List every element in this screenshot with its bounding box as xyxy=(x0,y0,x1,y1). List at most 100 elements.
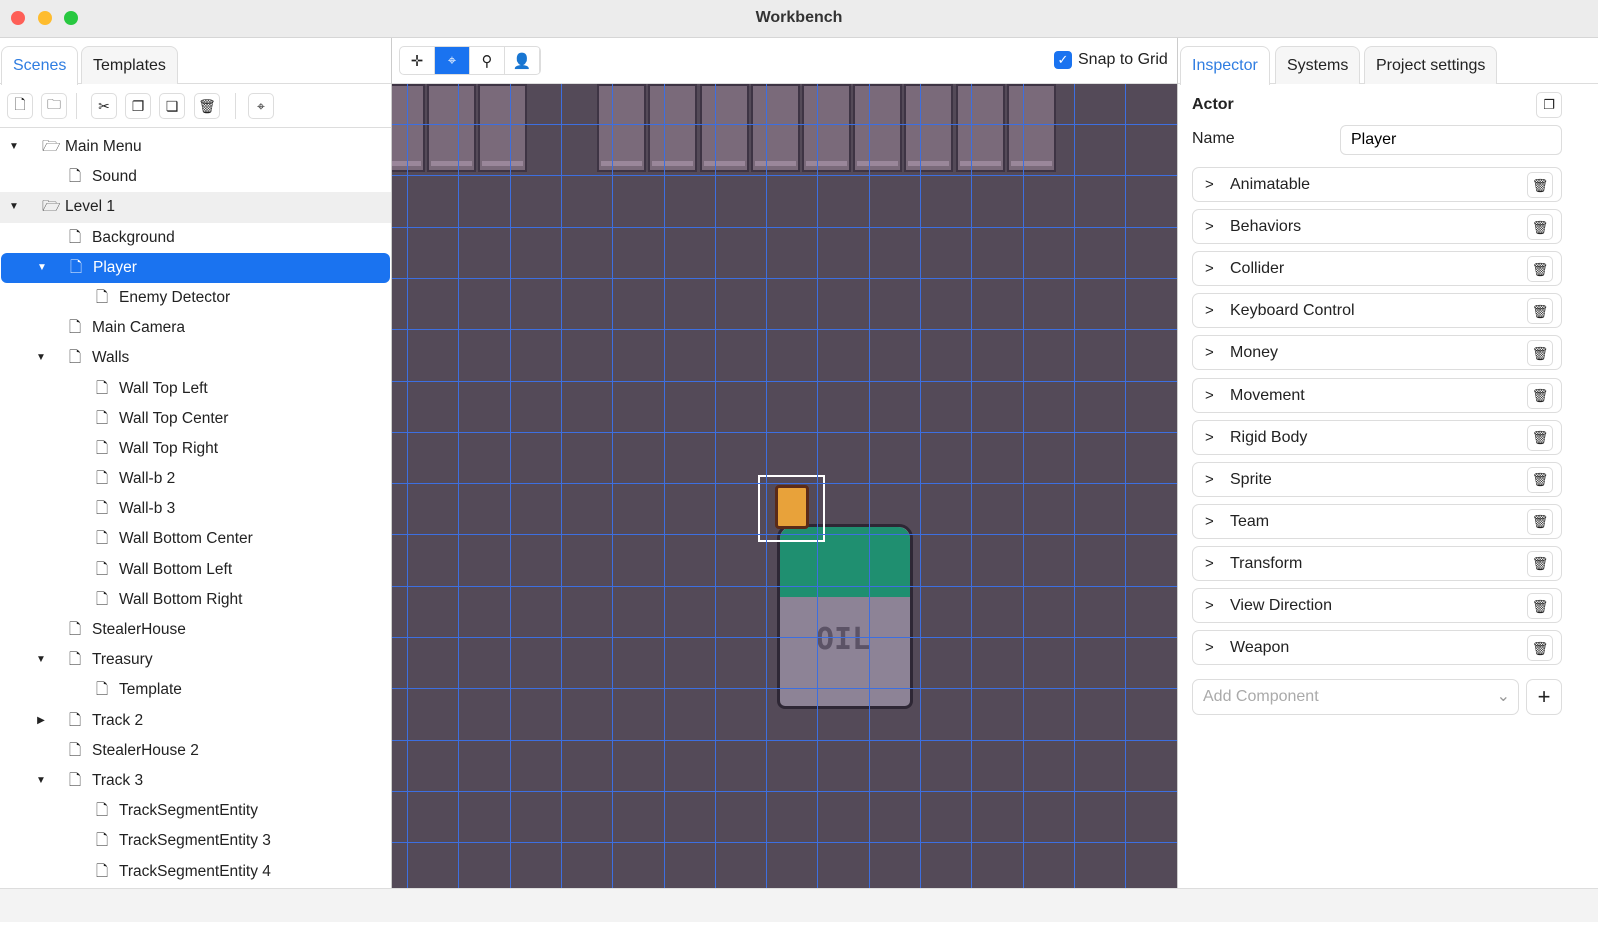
paste-icon[interactable]: ❏ xyxy=(159,93,185,119)
tree-item[interactable]: ▼ 🗁 Main Menu xyxy=(0,132,391,162)
tab-templates[interactable]: Templates xyxy=(81,46,178,84)
tree-item[interactable]: 🗋 Wall Bottom Right xyxy=(0,585,391,615)
tab-scenes[interactable]: Scenes xyxy=(1,46,79,85)
chevron-right-icon[interactable]: > xyxy=(1205,589,1214,622)
tree-item[interactable]: 🗋 Main Camera xyxy=(0,313,391,343)
chevron-right-icon[interactable]: > xyxy=(1205,294,1214,327)
expand-arrow-icon[interactable]: ▼ xyxy=(36,253,48,283)
trash-icon[interactable]: 🗑 xyxy=(1527,214,1553,241)
tree-item[interactable]: 🗋 Wall-b 2 xyxy=(0,464,391,494)
expand-arrow-icon[interactable]: ▼ xyxy=(8,132,20,162)
chevron-right-icon[interactable]: > xyxy=(1205,505,1214,538)
tree-item[interactable]: 🗋 Wall Bottom Left xyxy=(0,555,391,585)
component-row[interactable]: > Rigid Body 🗑 xyxy=(1192,419,1562,455)
component-row[interactable]: > Money 🗑 xyxy=(1192,335,1562,371)
trash-icon[interactable]: 🗑 xyxy=(1527,550,1553,577)
tree-item[interactable]: ▶ 🗋 Track 2 xyxy=(0,706,391,736)
copy-icon[interactable]: ❐ xyxy=(125,93,151,119)
collapse-arrow-icon[interactable]: ▶ xyxy=(35,706,47,736)
target-icon[interactable]: ⌖ xyxy=(435,47,470,74)
file-icon: 🗋 xyxy=(69,771,82,789)
trash-icon[interactable]: 🗑 xyxy=(1527,635,1553,662)
tree-item[interactable]: ▼ 🗋 Walls xyxy=(0,343,391,373)
maximize-button[interactable] xyxy=(64,11,78,25)
tree-item[interactable]: ▼ 🗋 Player xyxy=(1,252,390,283)
component-row[interactable]: > Animatable 🗑 xyxy=(1192,167,1562,202)
tree-item[interactable]: 🗋 StealerHouse 2 xyxy=(0,736,391,766)
component-row[interactable]: > View Direction 🗑 xyxy=(1192,588,1562,623)
close-button[interactable] xyxy=(11,11,25,25)
expand-arrow-icon[interactable]: ▼ xyxy=(35,343,47,373)
scene-viewport[interactable]: OIL xyxy=(392,84,1177,888)
expand-arrow-icon[interactable]: ▼ xyxy=(35,645,47,675)
file-icon: 🗋 xyxy=(96,802,109,820)
minimize-button[interactable] xyxy=(38,11,52,25)
expand-arrow-icon[interactable]: ▼ xyxy=(35,766,47,796)
chevron-right-icon[interactable]: > xyxy=(1205,336,1214,369)
new-file-icon[interactable]: 🗋 xyxy=(7,93,33,119)
grid-line xyxy=(392,277,1177,279)
expand-arrow-icon[interactable]: ▼ xyxy=(8,192,20,222)
trash-icon[interactable]: 🗑 xyxy=(1527,256,1553,283)
tree-item[interactable]: 🗋 TrackSegmentEntity 4 xyxy=(0,857,391,887)
tree-item[interactable]: ▼ 🗋 Track 3 xyxy=(0,766,391,796)
trash-icon[interactable]: 🗑 xyxy=(1527,172,1553,198)
component-row[interactable]: > Team 🗑 xyxy=(1192,503,1562,539)
chevron-right-icon[interactable]: > xyxy=(1205,631,1214,664)
component-row[interactable]: > Keyboard Control 🗑 xyxy=(1192,293,1562,329)
component-row[interactable]: > Weapon 🗑 xyxy=(1192,630,1562,666)
tree-item[interactable]: 🗋 Wall-b 3 xyxy=(0,494,391,524)
tree-item[interactable]: 🗋 Template xyxy=(0,675,391,705)
chevron-right-icon[interactable]: > xyxy=(1205,421,1214,454)
file-icon: 🗋 xyxy=(96,500,109,518)
tree-item[interactable]: 🗋 TrackSegmentEntity xyxy=(0,796,391,826)
chevron-right-icon[interactable]: > xyxy=(1205,379,1214,412)
trash-icon[interactable]: 🗑 xyxy=(1527,382,1553,409)
scissors-icon[interactable]: ✂ xyxy=(91,93,117,119)
target-icon[interactable]: ⌖ xyxy=(248,93,274,119)
chevron-right-icon[interactable]: > xyxy=(1205,463,1214,496)
add-component-button[interactable]: + xyxy=(1526,679,1562,715)
move-icon[interactable]: ✛ xyxy=(400,47,435,74)
player-sprite[interactable] xyxy=(758,475,825,542)
chevron-right-icon[interactable]: > xyxy=(1205,168,1214,201)
tree-item[interactable]: 🗋 Wall Top Center xyxy=(0,404,391,434)
wall-tile xyxy=(597,84,646,172)
tree-item[interactable]: 🗋 Background xyxy=(0,223,391,253)
tree-item[interactable]: 🗋 Sound xyxy=(0,162,391,192)
tree-item[interactable]: 🗋 Enemy Detector xyxy=(0,283,391,313)
trash-icon[interactable]: 🗑 xyxy=(1527,340,1553,367)
tab-inspector[interactable]: Inspector xyxy=(1180,46,1270,85)
component-row[interactable]: > Movement 🗑 xyxy=(1192,377,1562,413)
trash-icon[interactable]: 🗑 xyxy=(1527,424,1553,451)
component-row[interactable]: > Sprite 🗑 xyxy=(1192,461,1562,497)
chevron-right-icon[interactable]: > xyxy=(1205,210,1214,243)
component-row[interactable]: > Collider 🗑 xyxy=(1192,251,1562,287)
trash-icon[interactable]: 🗑 xyxy=(1527,298,1553,325)
trash-icon[interactable]: 🗑 xyxy=(1527,466,1553,493)
tree-item[interactable]: 🗋 StealerHouse xyxy=(0,615,391,645)
snap-to-grid-checkbox[interactable]: ✓ Snap to Grid xyxy=(1054,51,1168,69)
tree-item[interactable]: ▼ 🗋 Treasury xyxy=(0,645,391,675)
file-icon: 🗋 xyxy=(96,409,109,427)
name-input[interactable] xyxy=(1340,125,1562,155)
tab-project-settings[interactable]: Project settings xyxy=(1364,46,1498,84)
trash-icon[interactable]: 🗑 xyxy=(1527,508,1553,535)
tree-item[interactable]: ▼ 🗁 Level 1 xyxy=(0,192,391,223)
tree-item[interactable]: 🗋 TrackSegmentEntity 3 xyxy=(0,826,391,856)
component-row[interactable]: > Transform 🗑 xyxy=(1192,545,1562,581)
copy-icon[interactable]: ❐ xyxy=(1536,92,1562,118)
zoom-icon[interactable]: ⚲ xyxy=(470,47,505,74)
tab-systems[interactable]: Systems xyxy=(1275,46,1361,84)
tree-item[interactable]: 🗋 Wall Top Right xyxy=(0,434,391,464)
tree-item[interactable]: 🗋 Wall Bottom Center xyxy=(0,524,391,554)
component-row[interactable]: > Behaviors 🗑 xyxy=(1192,209,1562,245)
chevron-right-icon[interactable]: > xyxy=(1205,547,1214,580)
new-folder-icon[interactable]: 🗀 xyxy=(41,93,67,119)
tree-item[interactable]: 🗋 Wall Top Left xyxy=(0,374,391,404)
chevron-right-icon[interactable]: > xyxy=(1205,252,1214,285)
add-component-select[interactable]: Add Component ⌄ xyxy=(1192,679,1519,715)
user-icon[interactable]: 👤 xyxy=(505,47,540,74)
trash-icon[interactable]: 🗑 xyxy=(1527,593,1553,619)
trash-icon[interactable]: 🗑 xyxy=(194,93,220,119)
